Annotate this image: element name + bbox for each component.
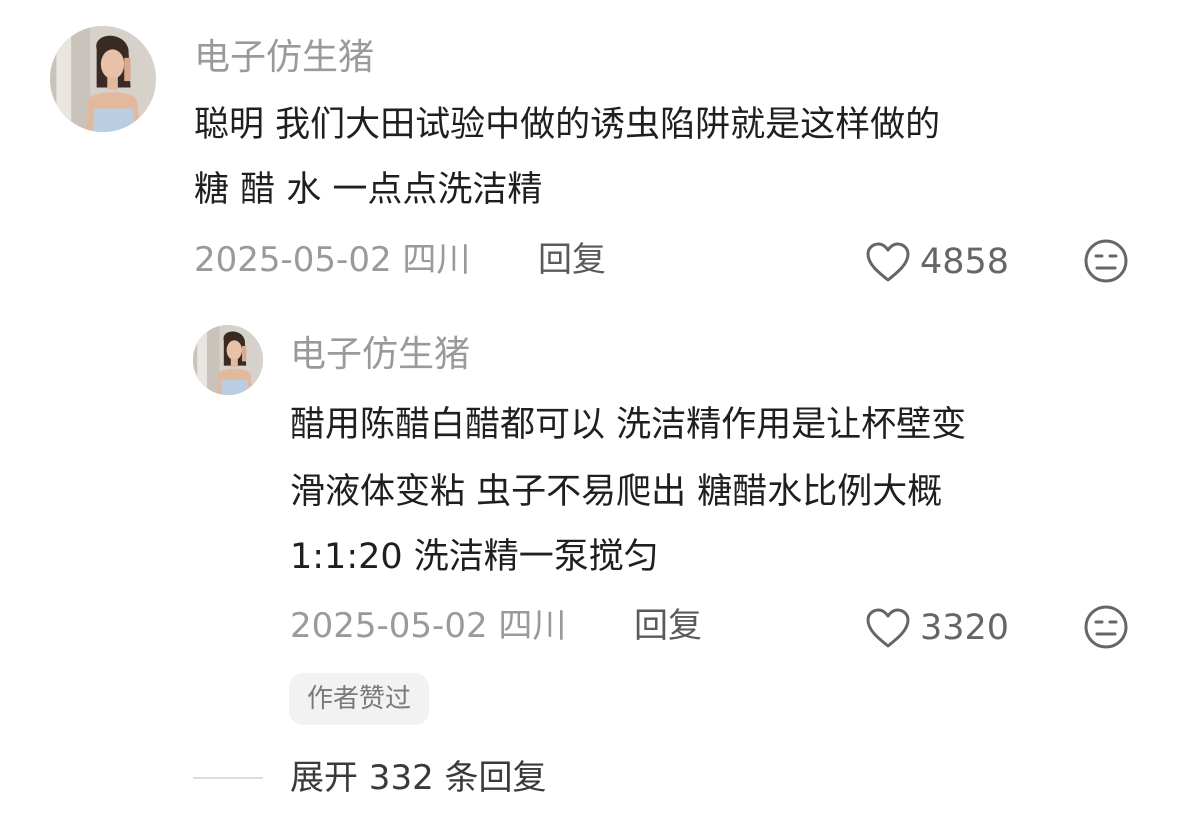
comment-text-line-1: 聪明 我们大田试验中做的诱虫陷阱就是这样做的: [194, 105, 941, 145]
comment-reply-button[interactable]: 回复: [538, 238, 606, 282]
reply-text-line-1: 醋用陈醋白醋都可以 洗洁精作用是让杯壁变: [290, 405, 967, 445]
expand-replies-button[interactable]: 展开 332 条回复: [290, 756, 547, 800]
meh-face-icon: [1083, 238, 1129, 284]
comment-avatar[interactable]: [50, 26, 156, 132]
reply-dislike-button[interactable]: [1083, 604, 1129, 650]
comment-username[interactable]: 电子仿生猪: [194, 36, 374, 80]
comment-text-line-2: 糖 醋 水 一点点洗洁精: [194, 170, 543, 210]
reply-date-location: 2025-05-02 四川: [290, 606, 567, 646]
reply-username[interactable]: 电子仿生猪: [290, 333, 470, 377]
comment-dislike-button[interactable]: [1083, 238, 1129, 284]
meh-face-icon: [1083, 604, 1129, 650]
comment-like-count: 4858: [920, 242, 1010, 282]
avatar-image: [50, 26, 156, 132]
avatar-image: [193, 325, 263, 395]
author-liked-badge: 作者赞过: [289, 673, 430, 725]
heart-outline-icon: [864, 606, 912, 650]
reply-avatar[interactable]: [193, 325, 263, 395]
reply-reply-button[interactable]: 回复: [634, 604, 702, 648]
reply-text-line-3: 1:1:20 洗洁精一泵搅匀: [290, 537, 659, 577]
reply-like-count: 3320: [920, 608, 1010, 648]
reply-text-line-2: 滑液体变粘 虫子不易爬出 糖醋水比例大概: [290, 472, 943, 512]
comment-like-button[interactable]: 4858: [864, 240, 1009, 284]
comment-date-location: 2025-05-02 四川: [194, 240, 471, 280]
reply-like-button[interactable]: 3320: [864, 606, 1009, 650]
heart-outline-icon: [864, 240, 912, 284]
expand-divider: [193, 777, 263, 779]
